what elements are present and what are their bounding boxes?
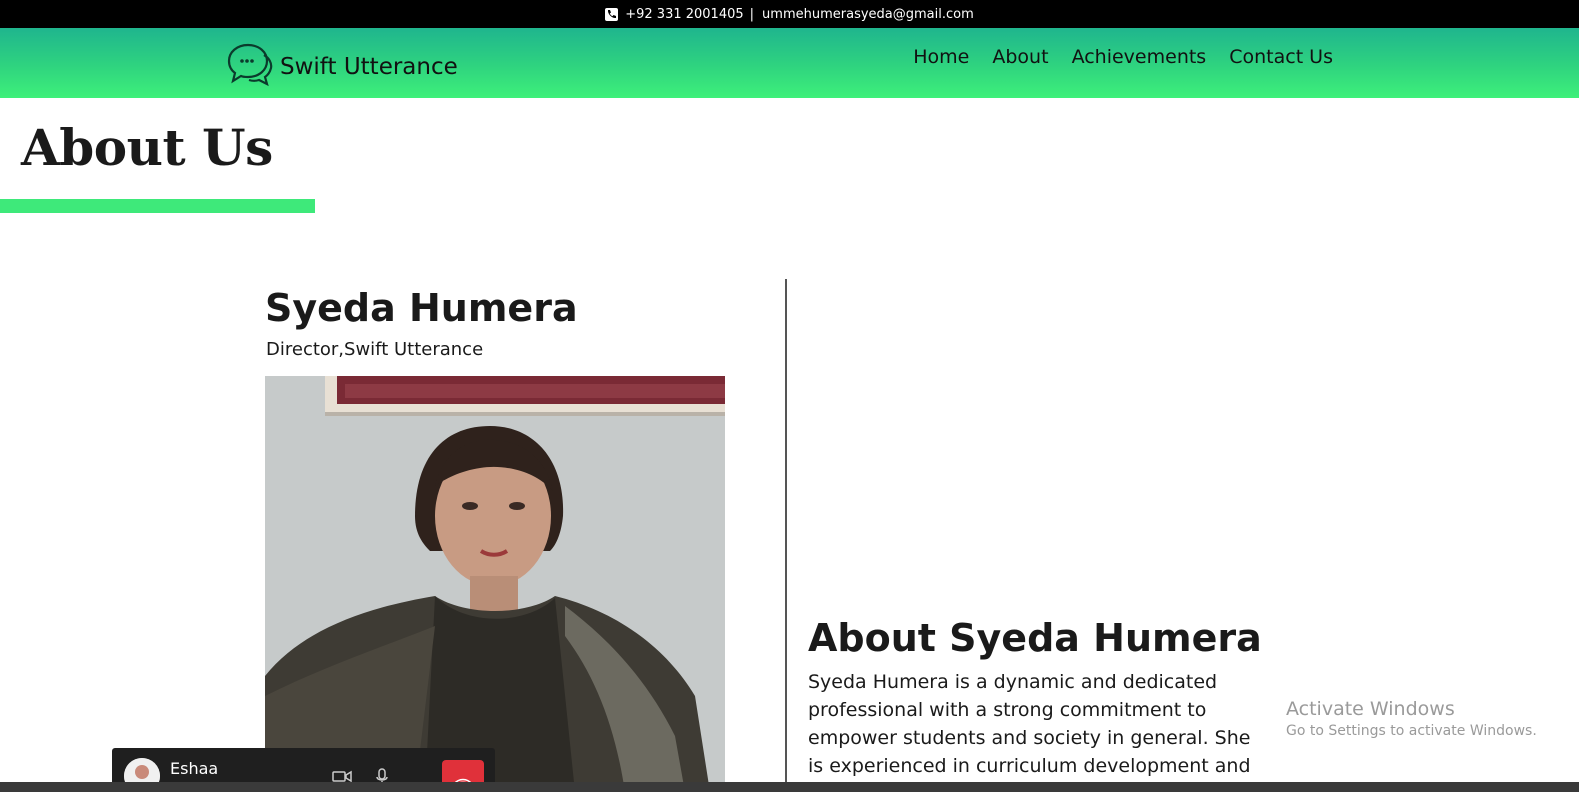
- watermark-title: Activate Windows: [1286, 698, 1455, 720]
- contact-phone: +92 331 2001405: [625, 6, 744, 22]
- contact-bar: +92 331 2001405 | ummehumerasyeda@gmail.…: [0, 0, 1579, 28]
- about-text: Syeda Humera is a dynamic and dedicated …: [808, 671, 1251, 777]
- title-underline: [0, 199, 315, 213]
- profile-photo: [265, 376, 725, 792]
- profile-name: Syeda Humera: [265, 286, 578, 330]
- brand[interactable]: Swift Utterance: [226, 41, 458, 87]
- nav-about[interactable]: About: [992, 46, 1048, 68]
- column-divider: [785, 279, 787, 792]
- watermark-subtitle: Go to Settings to activate Windows.: [1286, 723, 1537, 739]
- chat-bubbles-icon: [226, 41, 274, 87]
- contact-separator: |: [749, 6, 755, 22]
- profile-role: Director,Swift Utterance: [266, 339, 484, 360]
- navbar: Swift Utterance Home About Achievements …: [0, 28, 1579, 98]
- brand-name: Swift Utterance: [280, 53, 458, 80]
- caller-name: Eshaa: [170, 759, 219, 778]
- nav-contact-us[interactable]: Contact Us: [1229, 46, 1333, 68]
- phone-icon: [605, 7, 619, 21]
- nav-home[interactable]: Home: [913, 46, 969, 68]
- page-title: About Us: [21, 118, 273, 177]
- about-heading: About Syeda Humera: [808, 616, 1262, 660]
- taskbar-strip: [0, 782, 1579, 792]
- contact-email[interactable]: ummehumerasyeda@gmail.com: [762, 7, 974, 22]
- activate-windows-watermark: Activate Windows Go to Settings to activ…: [1286, 698, 1537, 739]
- main-nav: Home About Achievements Contact Us: [913, 46, 1333, 68]
- nav-achievements[interactable]: Achievements: [1072, 46, 1207, 68]
